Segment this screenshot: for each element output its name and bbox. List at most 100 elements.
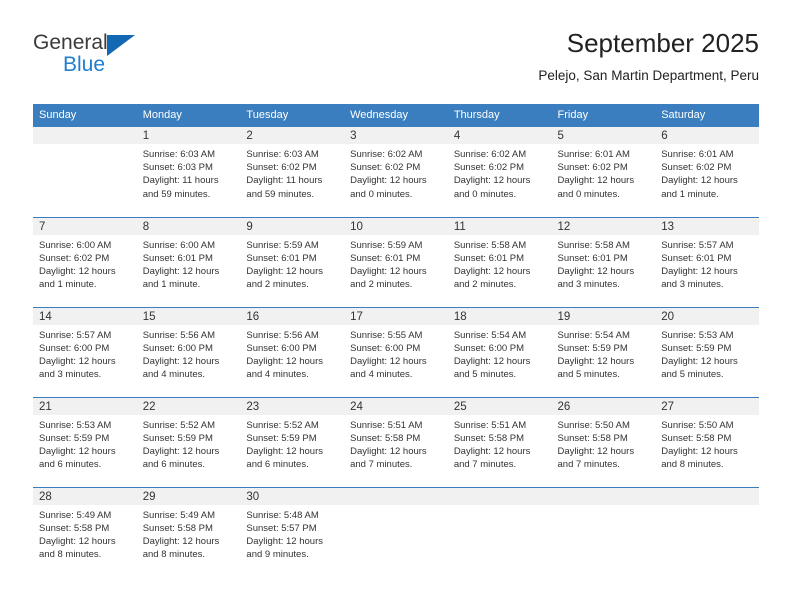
sunrise-text: Sunrise: 5:55 AM — [350, 329, 423, 341]
weekday-header-sunday: Sunday — [33, 104, 137, 127]
sunset-text: Sunset: 6:01 PM — [350, 252, 421, 264]
calendar-body: 1 Sunrise: 6:03 AM Sunset: 6:03 PM Daylight… — [33, 127, 759, 577]
calendar-day-cell[interactable]: 12 Sunrise: 5:58 AM Sunset: 6:01 PM Dayligh… — [551, 216, 656, 307]
sunset-text: Sunset: 5:59 PM — [661, 342, 732, 354]
general-blue-logo[interactable]: General Blue — [33, 32, 233, 88]
weekday-header-friday: Friday — [551, 104, 656, 127]
day-details: Sunrise: 6:01 AM Sunset: 6:02 PM Daylight:… — [552, 144, 656, 201]
sunset-text: Sunset: 6:01 PM — [661, 252, 732, 264]
calendar-day-cell[interactable]: 8 Sunrise: 6:00 AM Sunset: 6:01 PM Daylight… — [136, 216, 241, 307]
sunset-text: Sunset: 5:58 PM — [453, 432, 525, 444]
calendar-day-cell[interactable]: 29 Sunrise: 5:49 AM Sunset: 5:58 PM Dayligh… — [136, 486, 241, 577]
calendar-day-cell[interactable]: 30 Sunrise: 5:48 AM Sunset: 5:57 PM Dayligh… — [240, 486, 345, 577]
calendar-day-cell[interactable]: 3 Sunrise: 6:02 AM Sunset: 6:02 PM Daylight… — [344, 127, 448, 217]
day-number — [447, 487, 552, 505]
calendar-day-cell[interactable]: 27 Sunrise: 5:50 AM Sunset: 5:58 PM Dayligh… — [655, 396, 759, 487]
sunset-text: Sunset: 5:58 PM — [142, 522, 213, 534]
calendar-day-cell[interactable]: 18 Sunrise: 5:54 AM Sunset: 6:00 PM Dayligh… — [447, 306, 552, 397]
day-details: Sunrise: 6:00 AM Sunset: 6:01 PM Daylight:… — [137, 235, 241, 292]
day-number: 4 — [447, 127, 552, 144]
calendar-day-cell[interactable]: 26 Sunrise: 5:50 AM Sunset: 5:58 PM Dayligh… — [551, 396, 656, 487]
sunset-text: Sunset: 6:03 PM — [142, 162, 213, 174]
page-header: General Blue September 2025 Pelejo, San … — [33, 26, 759, 98]
day-number: 29 — [136, 487, 241, 505]
day-number — [655, 487, 759, 505]
day-number: 5 — [551, 127, 656, 144]
calendar-day-cell[interactable]: 25 Sunrise: 5:51 AM Sunset: 5:58 PM Dayligh… — [447, 396, 552, 487]
day-number — [344, 487, 448, 505]
daylight-text: Daylight: 12 hours and 2 minutes. — [350, 265, 427, 291]
sunrise-text: Sunrise: 5:50 AM — [661, 419, 734, 431]
sunset-text: Sunset: 6:00 PM — [350, 342, 421, 354]
calendar-day-cell[interactable]: 24 Sunrise: 5:51 AM Sunset: 5:58 PM Dayligh… — [344, 396, 448, 487]
calendar-day-cell[interactable]: 7 Sunrise: 6:00 AM Sunset: 6:02 PM Daylight… — [33, 216, 137, 307]
calendar-day-cell[interactable]: 4 Sunrise: 6:02 AM Sunset: 6:02 PM Daylight… — [447, 127, 552, 217]
sunrise-text: Sunrise: 5:49 AM — [39, 509, 112, 521]
calendar-week-row: 7 Sunrise: 6:00 AM Sunset: 6:02 PM Daylight… — [33, 216, 759, 307]
weekday-header-monday: Monday — [136, 104, 241, 127]
daylight-text: Daylight: 12 hours and 0 minutes. — [350, 175, 427, 200]
daylight-text: Daylight: 12 hours and 3 minutes. — [557, 265, 635, 291]
day-number: 9 — [240, 217, 345, 235]
calendar-day-cell[interactable]: 21 Sunrise: 5:53 AM Sunset: 5:59 PM Dayligh… — [33, 396, 137, 487]
sunrise-text: Sunrise: 6:00 AM — [39, 239, 112, 251]
calendar-day-cell[interactable]: 19 Sunrise: 5:54 AM Sunset: 5:59 PM Dayligh… — [551, 306, 656, 397]
sunrise-text: Sunrise: 5:52 AM — [246, 419, 319, 431]
calendar-day-cell[interactable]: 22 Sunrise: 5:52 AM Sunset: 5:59 PM Dayligh… — [136, 396, 241, 487]
sunset-text: Sunset: 5:59 PM — [39, 432, 110, 444]
sunrise-text: Sunrise: 6:03 AM — [142, 149, 216, 160]
calendar-day-cell[interactable]: 1 Sunrise: 6:03 AM Sunset: 6:03 PM Daylight… — [136, 127, 241, 217]
calendar-day-cell[interactable]: 6 Sunrise: 6:01 AM Sunset: 6:02 PM Daylight… — [655, 127, 759, 217]
sunset-text: Sunset: 6:01 PM — [453, 252, 525, 264]
day-details: Sunrise: 5:52 AM Sunset: 5:59 PM Daylight:… — [240, 415, 344, 472]
calendar-day-cell[interactable]: 23 Sunrise: 5:52 AM Sunset: 5:59 PM Dayligh… — [240, 396, 345, 487]
day-details: Sunrise: 5:56 AM Sunset: 6:00 PM Daylight:… — [240, 325, 344, 382]
calendar-day-cell[interactable]: 13 Sunrise: 5:57 AM Sunset: 6:01 PM Dayligh… — [655, 216, 759, 307]
daylight-text: Daylight: 12 hours and 9 minutes. — [246, 535, 323, 561]
day-details: Sunrise: 5:54 AM Sunset: 5:59 PM Daylight:… — [552, 325, 656, 382]
sunrise-text: Sunrise: 6:02 AM — [350, 149, 423, 160]
calendar-day-cell[interactable]: 10 Sunrise: 5:59 AM Sunset: 6:01 PM Dayligh… — [344, 216, 448, 307]
sunset-text: Sunset: 5:58 PM — [39, 522, 110, 534]
daylight-text: Daylight: 12 hours and 6 minutes. — [142, 445, 220, 471]
calendar-day-cell[interactable]: 16 Sunrise: 5:56 AM Sunset: 6:00 PM Dayligh… — [240, 306, 345, 397]
day-number: 2 — [240, 127, 345, 144]
calendar-day-cell[interactable]: 20 Sunrise: 5:53 AM Sunset: 5:59 PM Dayligh… — [655, 306, 759, 397]
daylight-text: Daylight: 12 hours and 5 minutes. — [557, 355, 635, 381]
sunset-text: Sunset: 6:02 PM — [557, 162, 628, 174]
daylight-text: Daylight: 12 hours and 0 minutes. — [557, 175, 635, 200]
day-number: 14 — [33, 307, 137, 325]
sunset-text: Sunset: 6:00 PM — [453, 342, 525, 354]
daylight-text: Daylight: 12 hours and 5 minutes. — [661, 355, 738, 381]
calendar-day-cell[interactable]: 2 Sunrise: 6:03 AM Sunset: 6:02 PM Daylight… — [240, 127, 345, 217]
sunrise-text: Sunrise: 5:54 AM — [453, 329, 527, 341]
day-details: Sunrise: 5:49 AM Sunset: 5:58 PM Daylight:… — [33, 505, 137, 562]
calendar-week-row: 1 Sunrise: 6:03 AM Sunset: 6:03 PM Daylight… — [33, 127, 759, 217]
calendar-day-cell[interactable]: 17 Sunrise: 5:55 AM Sunset: 6:00 PM Dayligh… — [344, 306, 448, 397]
sunrise-sunset-calendar: Sunday Monday Tuesday Wednesday Thursday Frid… — [33, 104, 759, 577]
day-details: Sunrise: 6:03 AM Sunset: 6:03 PM Daylight:… — [137, 144, 241, 201]
sunrise-text: Sunrise: 5:54 AM — [557, 329, 630, 341]
sunrise-text: Sunrise: 6:00 AM — [142, 239, 216, 251]
day-details: Sunrise: 6:03 AM Sunset: 6:02 PM Daylight:… — [240, 144, 344, 201]
calendar-day-cell[interactable]: 28 Sunrise: 5:49 AM Sunset: 5:58 PM Dayligh… — [33, 486, 137, 577]
day-details: Sunrise: 5:48 AM Sunset: 5:57 PM Daylight:… — [240, 505, 344, 562]
weekday-header-row: Sunday Monday Tuesday Wednesday Thursday Frid… — [33, 104, 759, 127]
day-number: 22 — [136, 397, 241, 415]
sunrise-text: Sunrise: 5:59 AM — [350, 239, 423, 251]
daylight-text: Daylight: 12 hours and 8 minutes. — [39, 535, 116, 561]
calendar-day-cell[interactable]: 11 Sunrise: 5:58 AM Sunset: 6:01 PM Dayligh… — [447, 216, 552, 307]
day-number: 27 — [655, 397, 759, 415]
day-number: 13 — [655, 217, 759, 235]
day-number: 1 — [136, 127, 241, 144]
day-details: Sunrise: 5:53 AM Sunset: 5:59 PM Daylight:… — [655, 325, 759, 382]
sunrise-text: Sunrise: 5:48 AM — [246, 509, 319, 521]
calendar-day-cell[interactable]: 5 Sunrise: 6:01 AM Sunset: 6:02 PM Daylight… — [551, 127, 656, 217]
calendar-day-cell[interactable]: 15 Sunrise: 5:56 AM Sunset: 6:00 PM Dayligh… — [136, 306, 241, 397]
daylight-text: Daylight: 12 hours and 1 minute. — [39, 265, 116, 291]
calendar-day-cell[interactable]: 9 Sunrise: 5:59 AM Sunset: 6:01 PM Daylight… — [240, 216, 345, 307]
day-details: Sunrise: 5:55 AM Sunset: 6:00 PM Daylight:… — [344, 325, 448, 382]
day-details: Sunrise: 5:57 AM Sunset: 6:01 PM Daylight:… — [655, 235, 759, 292]
weekday-header-thursday: Thursday — [447, 104, 552, 127]
calendar-day-cell[interactable]: 14 Sunrise: 5:57 AM Sunset: 6:00 PM Dayligh… — [33, 306, 137, 397]
